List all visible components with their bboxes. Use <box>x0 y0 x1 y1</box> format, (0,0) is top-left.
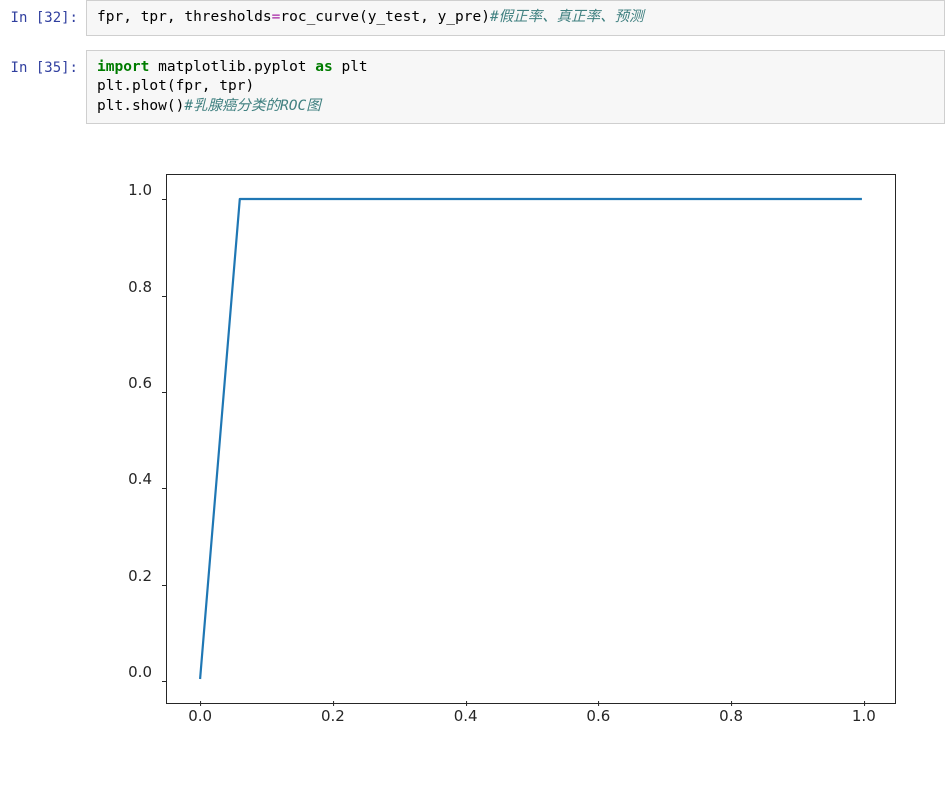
output-cell: 0.0 0.2 0.4 0.6 0.8 1.0 0.0 0.2 0.4 0.6 0.8 1.0 <box>0 138 945 761</box>
in-prompt-label: In <box>11 60 36 76</box>
x-tick-label: 0.4 <box>454 707 478 725</box>
y-tick-label: 0.6 <box>128 374 152 392</box>
output-area: 0.0 0.2 0.4 0.6 0.8 1.0 0.0 0.2 0.4 0.6 0.8 1.0 <box>86 138 945 761</box>
code-cell: In [35]: import matplotlib.pyplot as plt… <box>0 50 945 125</box>
x-tick-label: 0.0 <box>188 707 212 725</box>
roc-curve-line <box>167 175 895 703</box>
x-tick: 0.2 <box>321 707 345 725</box>
code-cell: In [32]: fpr, tpr, thresholds=roc_curve(… <box>0 0 945 36</box>
y-tick-label: 0.0 <box>128 663 152 681</box>
in-prompt: In [35]: <box>0 50 86 125</box>
in-prompt-number: [32]: <box>36 10 78 26</box>
in-prompt-number: [35]: <box>36 60 78 76</box>
in-prompt: In [32]: <box>0 0 86 36</box>
x-tick: 0.6 <box>586 707 610 725</box>
y-tick-label: 0.2 <box>128 567 152 585</box>
in-prompt-label: In <box>11 10 36 26</box>
x-tick-label: 0.6 <box>586 707 610 725</box>
x-tick-label: 1.0 <box>852 707 876 725</box>
x-tick: 0.4 <box>454 707 478 725</box>
x-tick-label: 0.8 <box>719 707 743 725</box>
x-tick: 0.0 <box>188 707 212 725</box>
code-input[interactable]: import matplotlib.pyplot as plt plt.plot… <box>86 50 945 125</box>
plot-axes: 0.00.20.40.60.81.00.00.20.40.60.81.0 <box>166 174 896 704</box>
y-tick-label: 0.4 <box>128 470 152 488</box>
x-tick: 1.0 <box>852 707 876 725</box>
x-tick-label: 0.2 <box>321 707 345 725</box>
out-prompt <box>0 138 86 761</box>
y-tick-label: 1.0 <box>128 181 152 199</box>
roc-plot: 0.0 0.2 0.4 0.6 0.8 1.0 0.0 0.2 0.4 0.6 0.8 1.0 <box>96 156 921 761</box>
y-tick-label: 0.8 <box>128 278 152 296</box>
x-tick: 0.8 <box>719 707 743 725</box>
code-input[interactable]: fpr, tpr, thresholds=roc_curve(y_test, y… <box>86 0 945 36</box>
